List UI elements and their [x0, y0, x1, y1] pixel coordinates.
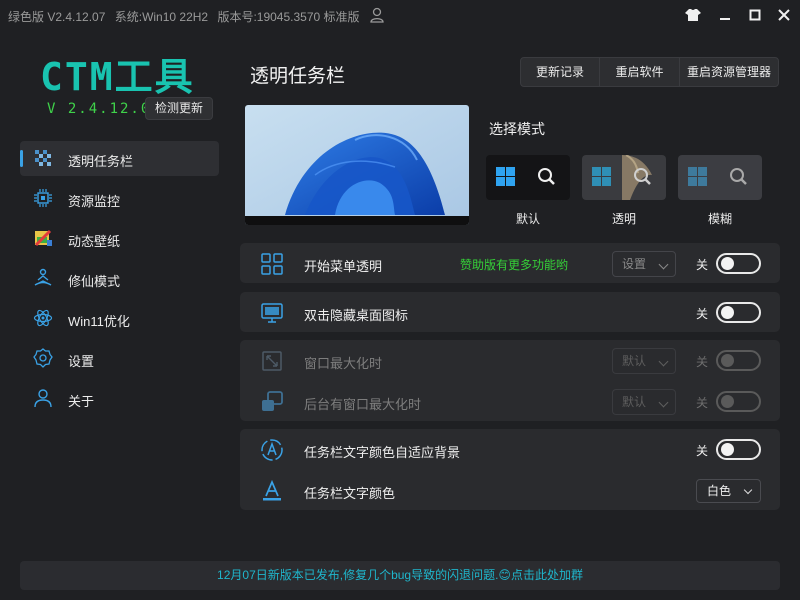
build-text: 版本号:19045.3570 标准版: [217, 10, 360, 24]
max-window-row: 窗口最大化时 默认 关: [240, 340, 780, 380]
bg-max-window-select[interactable]: 默认: [612, 389, 676, 415]
restart-explorer-button[interactable]: 重启资源管理器: [680, 58, 778, 86]
sidebar-item-settings[interactable]: 设置: [20, 341, 219, 376]
toggle-knob: [721, 354, 734, 367]
system-info: 绿色版 V2.4.12.07 系统:Win10 22H2 版本号:19045.3…: [8, 8, 366, 25]
maximize-card: 窗口最大化时 默认 关 后台有窗口最大化时 默认 关: [240, 340, 780, 421]
sidebar-item-label: 透明任务栏: [68, 154, 134, 169]
sidebar-item-dynamic-wallpaper[interactable]: 动态壁纸: [20, 221, 219, 256]
chevron-down-icon: [658, 356, 669, 367]
bg-max-window-row: 后台有窗口最大化时 默认 关: [240, 381, 780, 421]
hide-icons-card: 双击隐藏桌面图标 关: [240, 292, 780, 332]
toggle-knob: [721, 443, 734, 456]
top-button-group: 更新记录 重启软件 重启资源管理器: [520, 57, 779, 87]
sidebar-item-label: 设置: [68, 354, 95, 369]
promo-text[interactable]: 赞助版有更多功能哟: [460, 256, 568, 273]
text-color-card: 任务栏文字颜色自适应背景 关 任务栏文字颜色 白色: [240, 429, 780, 510]
person-icon: [34, 389, 52, 408]
taskbar-checker-icon: [35, 150, 51, 166]
start-menu-settings-select[interactable]: 设置: [612, 251, 676, 277]
active-indicator: [20, 150, 23, 167]
mode-default-card[interactable]: [486, 155, 570, 200]
hide-icons-toggle[interactable]: [716, 302, 761, 323]
page-title: 透明任务栏: [250, 66, 346, 87]
font-color-icon: [263, 479, 281, 501]
toggle-state-text: 关: [696, 258, 709, 272]
sidebar-item-label: 关于: [68, 394, 95, 409]
monitor-icon: [261, 303, 283, 323]
hide-icons-row: 双击隐藏桌面图标 关: [240, 292, 780, 332]
start-menu-row: 开始菜单透明 赞助版有更多功能哟 设置 关: [240, 243, 780, 283]
bg-max-window-toggle[interactable]: [716, 391, 761, 412]
sidebar-item-label: 修仙模式: [68, 274, 121, 289]
sidebar-item-meditation-mode[interactable]: 修仙模式: [20, 261, 219, 296]
auto-color-icon: [261, 439, 283, 461]
maximize-arrows-icon: [262, 351, 282, 371]
chevron-down-icon: [658, 397, 669, 408]
toggle-knob: [721, 257, 734, 270]
tshirt-icon[interactable]: [684, 6, 702, 24]
max-window-label: 窗口最大化时: [304, 356, 383, 371]
restart-app-button[interactable]: 重启软件: [600, 58, 680, 86]
text-color-select[interactable]: 白色: [696, 479, 761, 503]
sidebar-item-label: Win11优化: [68, 314, 130, 329]
toggle-state-text: 关: [696, 355, 709, 369]
mode-transparent-card[interactable]: [582, 155, 666, 200]
text-color-label: 任务栏文字颜色: [304, 486, 396, 501]
toggle-knob: [721, 306, 734, 319]
bg-max-window-label: 后台有窗口最大化时: [304, 397, 422, 412]
maximize-icon[interactable]: [746, 6, 764, 24]
toggle-state-text: 关: [696, 396, 709, 410]
sidebar-item-resource-monitor[interactable]: 资源监控: [20, 181, 219, 216]
toggle-knob: [721, 395, 734, 408]
max-window-select[interactable]: 默认: [612, 348, 676, 374]
hide-icons-label: 双击隐藏桌面图标: [304, 308, 409, 323]
text-adapt-label: 任务栏文字颜色自适应背景: [304, 445, 461, 460]
minimize-icon[interactable]: [716, 6, 734, 24]
windows-stack-icon: [262, 391, 283, 411]
chevron-down-icon: [658, 259, 669, 270]
sidebar-item-win11-optimize[interactable]: Win11优化: [20, 301, 219, 336]
close-icon[interactable]: [775, 6, 793, 24]
grid-icon: [261, 253, 283, 275]
sidebar-item-about[interactable]: 关于: [20, 381, 219, 416]
wallpaper-preview: [245, 105, 469, 225]
text-adapt-row: 任务栏文字颜色自适应背景 关: [240, 429, 780, 469]
chevron-down-icon: [743, 485, 753, 495]
announcement-bar[interactable]: 12月07日新版本已发布,修复几个bug导致的闪退问题.😊点击此处加群: [20, 561, 780, 590]
start-menu-card: 开始菜单透明 赞助版有更多功能哟 设置 关: [240, 243, 780, 283]
sidebar-item-label: 动态壁纸: [68, 234, 121, 249]
chip-icon: [34, 189, 52, 207]
mode-default-label: 默认: [515, 212, 540, 226]
toggle-state-text: 关: [696, 444, 709, 458]
check-update-button[interactable]: 检测更新: [145, 97, 213, 120]
mode-transparent-label: 透明: [611, 212, 636, 226]
app-logo: CTM工具: [40, 55, 195, 99]
user-icon[interactable]: [370, 7, 384, 23]
gear-icon: [33, 348, 53, 368]
mode-title: 选择模式: [489, 121, 545, 137]
system-text: 系统:Win10 22H2: [114, 10, 209, 24]
wallpaper-icon: [34, 229, 52, 247]
sidebar-item-label: 资源监控: [68, 194, 121, 209]
sidebar-item-transparent-taskbar[interactable]: 透明任务栏: [20, 141, 219, 176]
toggle-state-text: 关: [696, 307, 709, 321]
start-menu-label: 开始菜单透明: [304, 259, 383, 274]
max-window-toggle[interactable]: [716, 350, 761, 371]
edition-text: 绿色版 V2.4.12.07: [8, 10, 106, 24]
text-color-row: 任务栏文字颜色 白色: [240, 470, 780, 510]
mode-blur-label: 模糊: [707, 212, 732, 226]
mode-blur-card[interactable]: [678, 155, 762, 200]
text-adapt-toggle[interactable]: [716, 439, 761, 460]
atom-icon: [33, 309, 53, 327]
start-menu-toggle[interactable]: [716, 253, 761, 274]
changelog-button[interactable]: 更新记录: [521, 58, 600, 86]
meditation-icon: [34, 268, 52, 286]
title-bar: 绿色版 V2.4.12.07 系统:Win10 22H2 版本号:19045.3…: [0, 0, 800, 32]
